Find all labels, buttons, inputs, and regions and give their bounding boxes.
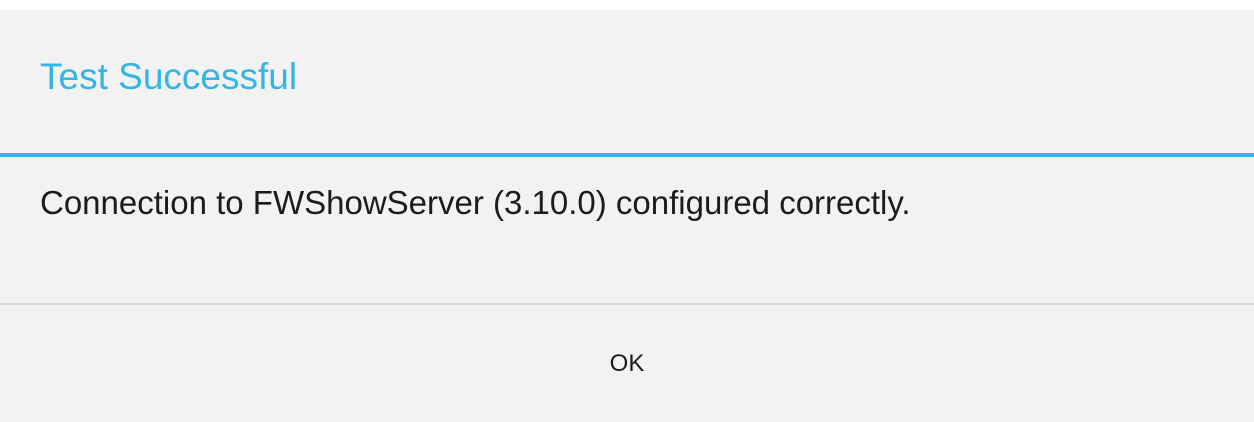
ok-button[interactable]: OK (0, 305, 1254, 422)
background-window-strip (0, 0, 1254, 10)
dialog-title: Test Successful (40, 56, 298, 97)
dialog-message: Connection to FWShowServer (3.10.0) conf… (40, 184, 911, 221)
title-divider (0, 153, 1254, 157)
alert-dialog: Test Successful Connection to FWShowServ… (0, 10, 1254, 422)
